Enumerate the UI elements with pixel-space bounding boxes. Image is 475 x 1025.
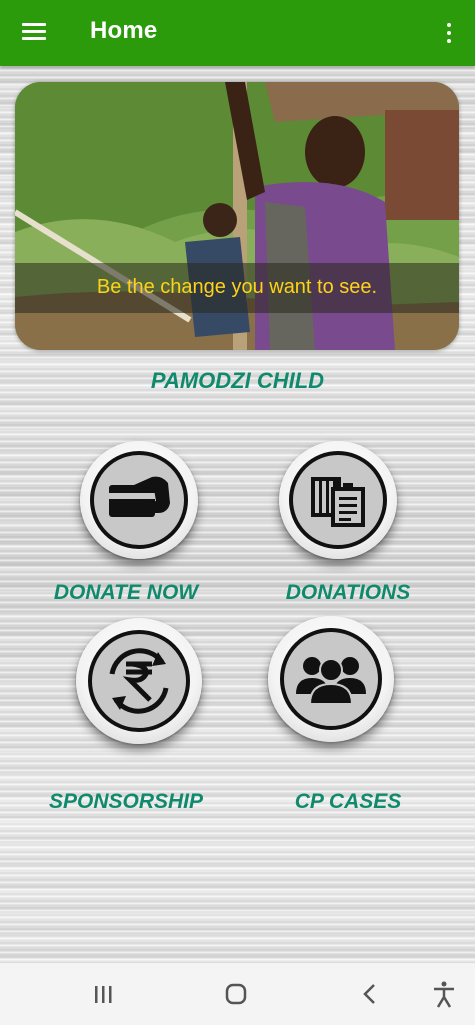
organization-name: PAMODZI CHILD	[150, 368, 325, 393]
sponsorship-label[interactable]: SPONSORSHIP	[16, 790, 236, 814]
cp-cases-button[interactable]	[268, 616, 394, 742]
sponsorship-button[interactable]	[76, 618, 202, 744]
home-icon[interactable]	[216, 977, 256, 1011]
more-vert-icon[interactable]	[437, 18, 461, 48]
back-icon[interactable]	[350, 977, 390, 1011]
accessibility-icon[interactable]	[424, 977, 464, 1011]
donate-now-label[interactable]: DONATE NOW	[16, 581, 236, 605]
hero-banner: Be the change you want to see.	[15, 82, 459, 350]
donations-label[interactable]: DONATIONS	[238, 581, 458, 605]
rupee-exchange-icon	[88, 630, 190, 732]
card-payment-icon	[90, 451, 188, 549]
hamburger-menu-icon[interactable]	[14, 19, 54, 47]
documents-icon	[289, 451, 387, 549]
recent-apps-icon[interactable]	[83, 977, 123, 1011]
donations-button[interactable]	[279, 441, 397, 559]
system-nav-bar	[0, 962, 475, 1025]
cp-cases-label[interactable]: CP CASES	[238, 790, 458, 814]
page-title: Home	[90, 17, 158, 44]
donate-now-button[interactable]	[80, 441, 198, 559]
app-bar: Home	[0, 0, 475, 66]
group-people-icon	[280, 628, 382, 730]
banner-caption: Be the change you want to see.	[96, 276, 378, 298]
